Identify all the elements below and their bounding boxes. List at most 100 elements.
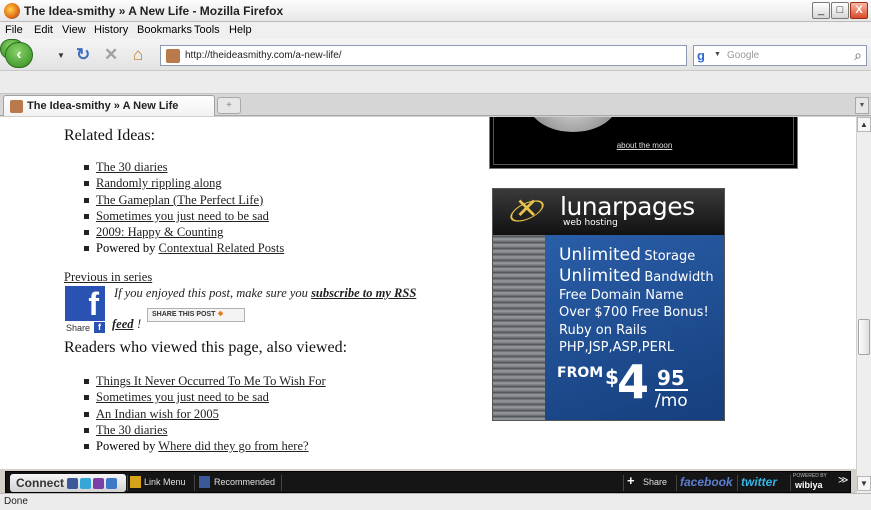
maximize-button[interactable]: □ xyxy=(831,2,849,19)
yahoo-connect-icon[interactable] xyxy=(93,478,104,489)
twitter-connect-icon[interactable] xyxy=(80,478,91,489)
scrollbar-thumb[interactable] xyxy=(858,319,870,355)
stop-icon[interactable]: ✕ xyxy=(104,46,118,64)
url-bar[interactable]: http://theideasmithy.com/a-new-life/ ☆ ▼ xyxy=(160,45,845,66)
tab-list-dropdown-icon[interactable]: ▼ xyxy=(855,97,869,114)
previous-in-series-link[interactable]: Previous in series xyxy=(64,270,152,285)
lunarpages-logo-icon: ✕ xyxy=(515,192,539,225)
wibiya-logo[interactable]: wibiya xyxy=(795,480,823,490)
divider xyxy=(676,475,677,491)
where-did-they-go-link[interactable]: Where did they go from here? xyxy=(158,439,308,453)
ad-feature: Free Domain Name xyxy=(559,288,684,303)
list-item: Powered by Where did they go from here? xyxy=(84,439,326,455)
ad-unlimited-storage: Unlimited Storage xyxy=(559,245,696,265)
list-item: The 30 diaries xyxy=(84,160,284,176)
tab-active[interactable]: The Idea-smithy » A New Life xyxy=(3,95,215,116)
contextual-related-posts-link[interactable]: Contextual Related Posts xyxy=(159,241,285,255)
list-item: An Indian wish for 2005 xyxy=(84,407,326,423)
bookmarks-toolbar xyxy=(0,71,871,94)
history-dropdown-icon[interactable]: ▼ xyxy=(57,51,65,60)
ad-from-label: FROM xyxy=(557,365,604,381)
new-tab-button[interactable]: + xyxy=(217,97,241,114)
ad-header: ✕ lunarpages web hosting xyxy=(493,189,724,235)
lunarpages-ad[interactable]: ✕ lunarpages web hosting Unlimited Stora… xyxy=(492,188,725,421)
feed-link[interactable]: feed xyxy=(112,317,134,332)
wibiya-toolbar: Connect Link Menu Recommended + Share fa… xyxy=(5,471,851,493)
twitter-button[interactable]: twitter xyxy=(741,475,777,489)
facebook-connect-icon[interactable] xyxy=(67,478,78,489)
connect-label[interactable]: Connect xyxy=(16,476,64,490)
also-viewed-link[interactable]: An Indian wish for 2005 xyxy=(96,407,219,421)
scroll-down-icon[interactable]: ▼ xyxy=(857,476,871,491)
share-this-label[interactable]: SHARE THIS POST xyxy=(152,311,215,318)
scroll-up-icon[interactable]: ▲ xyxy=(857,117,871,132)
search-placeholder[interactable]: Google xyxy=(727,50,759,61)
facebook-recommend-icon[interactable] xyxy=(199,476,210,488)
facebook-icon[interactable]: f xyxy=(65,286,105,322)
vertical-scrollbar[interactable]: ▲ ▼ xyxy=(856,117,871,493)
rss-promo-text: If you enjoyed this post, make sure you … xyxy=(114,286,416,301)
menu-bar: File Edit View History Bookmarks Tools H… xyxy=(0,22,871,39)
engine-dropdown-icon[interactable]: ▼ xyxy=(714,51,721,58)
about-moon-link[interactable]: about the moon xyxy=(494,141,795,150)
facebook-share-button[interactable]: f Share f xyxy=(64,286,106,336)
related-link[interactable]: Randomly rippling along xyxy=(96,176,222,190)
also-viewed-link[interactable]: Things It Never Occurred To Me To Wish F… xyxy=(96,374,326,388)
window-title: The Idea-smithy » A New Life - Mozilla F… xyxy=(24,4,284,18)
menu-history[interactable]: History xyxy=(94,24,128,36)
facebook-share-label[interactable]: Share xyxy=(66,323,90,333)
search-bar[interactable]: g ▼ Google ⌕ xyxy=(693,45,867,66)
menu-tools[interactable]: Tools xyxy=(194,24,220,36)
ad-unlimited-bandwidth: Unlimited Bandwidth xyxy=(559,266,714,286)
firefox-icon xyxy=(4,3,20,19)
back-button[interactable]: ‹ xyxy=(5,42,33,68)
related-ideas-list: The 30 diaries Randomly rippling along T… xyxy=(84,160,284,258)
myspace-connect-icon[interactable] xyxy=(106,478,117,489)
powered-by-prefix: Powered by xyxy=(96,241,156,256)
menu-file[interactable]: File xyxy=(5,24,23,36)
also-viewed-link[interactable]: Sometimes you just need to be sad xyxy=(96,390,269,404)
related-link[interactable]: Sometimes you just need to be sad xyxy=(96,209,269,223)
close-button[interactable]: X xyxy=(850,2,868,19)
url-text[interactable]: http://theideasmithy.com/a-new-life/ xyxy=(185,50,342,61)
related-ideas-heading: Related Ideas: xyxy=(64,127,156,144)
powered-by-prefix: Powered by xyxy=(96,439,156,454)
site-favicon-icon xyxy=(166,49,180,63)
tab-strip: The Idea-smithy » A New Life + ▼ xyxy=(0,94,871,116)
share-this-post-button[interactable]: SHARE THIS POST ❖ xyxy=(147,308,245,322)
search-magnifier-icon[interactable]: ⌕ xyxy=(854,47,862,64)
link-menu-icon[interactable] xyxy=(130,476,141,488)
menu-help[interactable]: Help xyxy=(229,24,252,36)
google-engine-icon[interactable]: g xyxy=(697,48,712,63)
related-link[interactable]: 2009: Happy & Counting xyxy=(96,225,223,239)
list-item: Powered by Contextual Related Posts xyxy=(84,241,284,257)
menu-view[interactable]: View xyxy=(62,24,86,36)
powered-by-label: POWERED BY xyxy=(793,473,827,479)
related-link[interactable]: The Gameplan (The Perfect Life) xyxy=(96,193,263,207)
related-link[interactable]: The 30 diaries xyxy=(96,160,168,174)
ad-price-int: 4 xyxy=(617,355,650,409)
divider xyxy=(623,475,624,491)
subscribe-rss-link[interactable]: subscribe to my RSS xyxy=(311,286,416,300)
ad-subtitle: web hosting xyxy=(563,218,618,228)
divider xyxy=(790,475,791,491)
tab-label[interactable]: The Idea-smithy » A New Life xyxy=(27,100,178,112)
recommended-button[interactable]: Recommended xyxy=(214,477,275,487)
minimize-button[interactable]: _ xyxy=(812,2,830,19)
home-icon[interactable]: ⌂ xyxy=(133,46,143,64)
divider xyxy=(737,475,738,491)
share-plus-icon[interactable]: + xyxy=(627,473,635,488)
facebook-button[interactable]: facebook xyxy=(680,475,733,489)
link-menu-button[interactable]: Link Menu xyxy=(144,477,186,487)
ad-per-month: /mo xyxy=(655,389,688,411)
divider xyxy=(127,475,128,491)
connect-button[interactable]: Connect xyxy=(10,474,126,492)
menu-bookmarks[interactable]: Bookmarks xyxy=(137,24,192,36)
share-button[interactable]: Share xyxy=(643,477,667,487)
facebook-mini-icon: f xyxy=(94,322,105,333)
collapse-toolbar-icon[interactable]: ≫ xyxy=(838,475,848,486)
menu-edit[interactable]: Edit xyxy=(34,24,53,36)
reload-icon[interactable]: ↻ xyxy=(76,46,90,64)
divider xyxy=(281,475,282,491)
also-viewed-link[interactable]: The 30 diaries xyxy=(96,423,168,437)
